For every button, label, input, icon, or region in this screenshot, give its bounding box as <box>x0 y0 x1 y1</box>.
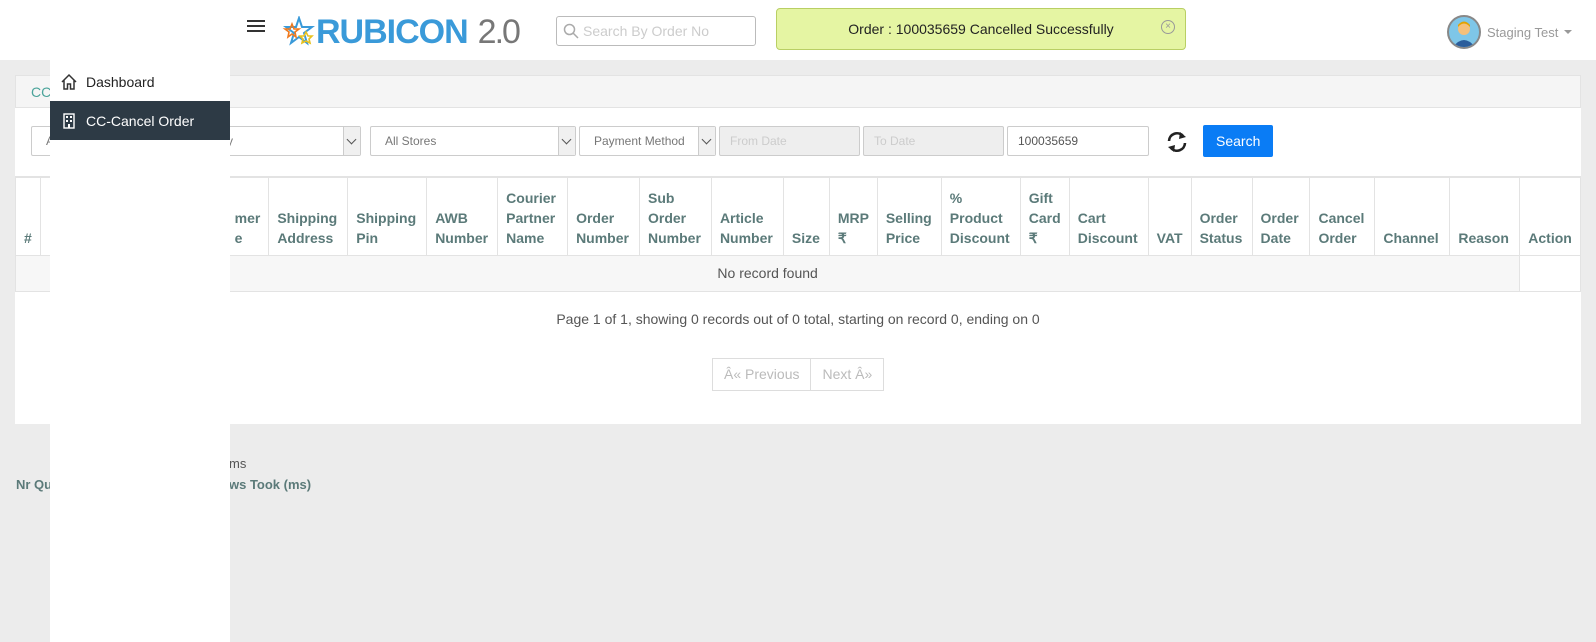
payment-method-value: Payment Method <box>594 134 685 148</box>
breadcrumb-link[interactable]: CC <box>31 84 51 100</box>
from-date-field[interactable]: From Date <box>719 126 860 156</box>
column-header[interactable]: VAT <box>1147 176 1192 256</box>
top-header: RUBICON 2.0 Order : 100035659 Cancelled … <box>0 0 1596 60</box>
next-page-button[interactable]: Next Â» <box>811 358 885 391</box>
logo-text: RUBICON <box>316 12 469 51</box>
sidebar-item-label: Dashboard <box>86 73 155 90</box>
table-cell <box>1519 254 1581 292</box>
user-name: Staging Test <box>1487 24 1559 40</box>
menu-toggle-icon[interactable] <box>247 20 265 36</box>
chevron-down-icon <box>343 127 360 155</box>
order-number-value: 100035659 <box>1018 134 1079 148</box>
query-stats-label-left: Nr Qu <box>16 477 53 492</box>
avatar <box>1447 15 1481 49</box>
orders-table: # mer e Shipping Address Shipping Pin AW… <box>14 176 1581 292</box>
payment-method-select[interactable]: Payment Method <box>579 126 716 156</box>
column-header[interactable]: Action <box>1519 176 1581 256</box>
rubicon-logo[interactable]: RUBICON 2.0 <box>282 12 521 51</box>
sidebar-item-cc-cancel-order[interactable]: CC-Cancel Order <box>50 101 230 140</box>
sidebar-item-dashboard[interactable]: Dashboard <box>50 62 230 101</box>
table-header-row: # mer e Shipping Address Shipping Pin AW… <box>15 176 1581 256</box>
column-header[interactable]: MRP ₹ <box>828 176 878 256</box>
column-header[interactable]: Order Date <box>1251 176 1311 256</box>
store-select-value: All Stores <box>385 134 437 148</box>
order-number-field[interactable]: 100035659 <box>1007 126 1149 156</box>
sidebar-item-label: CC-Cancel Order <box>86 112 195 129</box>
home-icon <box>61 73 77 90</box>
query-stats-text: ms <box>229 456 247 471</box>
user-avatar-icon <box>1453 21 1475 47</box>
column-header[interactable]: Sub Order Number <box>639 176 712 256</box>
building-icon <box>63 112 75 129</box>
order-search-input[interactable] <box>583 20 751 42</box>
chevron-down-icon <box>698 127 715 155</box>
search-button[interactable]: Search <box>1203 125 1274 157</box>
query-stats-label-right: ws Took (ms) <box>229 477 312 492</box>
star-logo-icon <box>282 16 315 46</box>
pagination: Â« Previous Next Â» <box>712 358 885 391</box>
user-menu[interactable]: Staging Test <box>1447 15 1573 49</box>
pagination-info: Page 1 of 1, showing 0 records out of 0 … <box>556 311 1040 327</box>
column-header[interactable]: Gift Card ₹ <box>1019 176 1070 256</box>
store-select[interactable]: All Stores <box>370 126 576 156</box>
empty-message: No record found <box>14 254 1521 292</box>
breadcrumb: CC <box>15 75 1581 108</box>
column-header[interactable]: AWB Number <box>426 176 499 256</box>
chevron-down-icon <box>558 127 575 155</box>
column-header[interactable]: Order Number <box>567 176 640 256</box>
column-header[interactable]: Reason <box>1449 176 1521 256</box>
column-header[interactable]: Order Status <box>1190 176 1253 256</box>
from-date-placeholder: From Date <box>730 134 787 148</box>
column-header[interactable]: # <box>15 176 41 256</box>
table-row: No record found <box>14 254 1581 292</box>
column-header[interactable]: Cart Discount <box>1068 176 1149 256</box>
column-header[interactable]: Selling Price <box>876 176 942 256</box>
success-toast: Order : 100035659 Cancelled Successfully… <box>776 8 1186 50</box>
column-header[interactable]: Shipping Pin <box>347 176 428 256</box>
column-header[interactable]: % Product Discount <box>940 176 1021 256</box>
previous-page-button[interactable]: Â« Previous <box>712 358 812 391</box>
order-search-box[interactable] <box>556 16 756 46</box>
column-header[interactable]: Channel <box>1374 176 1451 256</box>
logo-version: 2.0 <box>477 12 521 51</box>
column-header[interactable]: Size <box>782 176 830 256</box>
column-header[interactable]: mer e <box>225 176 270 256</box>
sidebar: Dashboard CC-Cancel Order <box>50 0 230 642</box>
close-icon[interactable]: × <box>1161 20 1175 34</box>
column-header[interactable]: Cancel Order <box>1309 176 1376 256</box>
to-date-placeholder: To Date <box>874 134 916 148</box>
search-icon <box>563 23 579 39</box>
to-date-field[interactable]: To Date <box>863 126 1004 156</box>
column-header[interactable]: Shipping Address <box>268 176 349 256</box>
refresh-icon[interactable] <box>1165 130 1189 154</box>
column-header[interactable]: Article Number <box>710 176 784 256</box>
column-header[interactable]: Courier Partner Name <box>497 176 569 256</box>
chevron-down-icon <box>1564 30 1573 34</box>
toast-message: Order : 100035659 Cancelled Successfully <box>848 21 1114 37</box>
content-panel: CC A y All Stores Payment Method From Da… <box>14 75 1581 424</box>
